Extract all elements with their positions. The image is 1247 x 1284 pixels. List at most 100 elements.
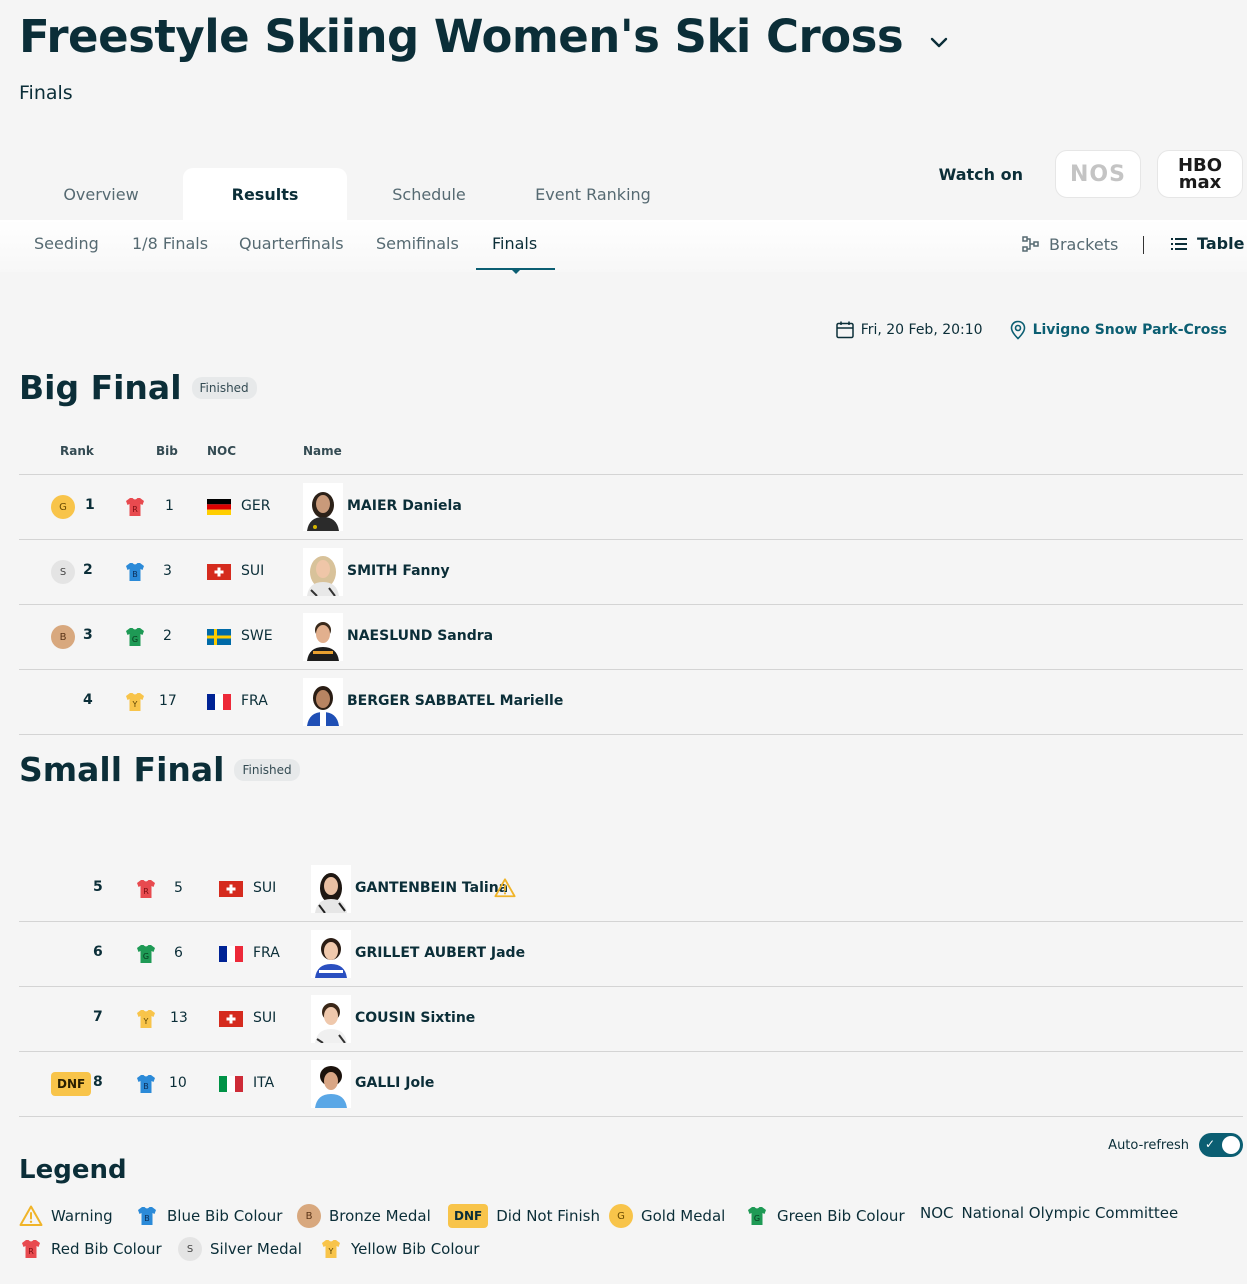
rank: 4 [83, 692, 93, 708]
athlete-name-link[interactable]: GRILLET AUBERT Jade [355, 945, 525, 961]
brackets-button[interactable]: Brackets [1021, 234, 1118, 254]
red-bib-icon: R [134, 877, 158, 901]
legend-item-warning: Warning [19, 1204, 113, 1228]
green-bib-icon: G [134, 942, 158, 966]
svg-text:G: G [132, 635, 138, 644]
athlete-name-link[interactable]: GALLI Jole [355, 1075, 434, 1091]
noc-abbreviation: NOC [920, 1204, 954, 1222]
status-badge: Finished [191, 376, 257, 399]
column-header-noc[interactable]: NOC [207, 444, 236, 458]
red-bib-icon: R [123, 495, 147, 519]
athlete-photo [311, 1060, 351, 1108]
svg-text:R: R [132, 505, 138, 514]
flag-fra [207, 694, 231, 710]
svg-text:R: R [28, 1247, 34, 1256]
nos-button[interactable]: NOS [1055, 150, 1141, 198]
table-row[interactable]: 4 Y 17 FRA BERGER SABBATEL Marielle [19, 670, 1243, 735]
subnav-semifinals[interactable]: Semifinals [376, 234, 459, 253]
athlete-name-link[interactable]: SMITH Fanny [347, 563, 450, 579]
legend-item-noc: NOC National Olympic Committee [920, 1204, 1178, 1222]
athlete-photo [311, 865, 351, 913]
athlete-name-link[interactable]: MAIER Daniela [347, 498, 462, 514]
table-row[interactable]: B 3 G 2 SWE NAESLUND Sandra [19, 605, 1243, 670]
athlete-name-link[interactable]: COUSIN Sixtine [355, 1010, 475, 1026]
table-row[interactable]: 7 Y 13 SUI COUSIN Sixtine [19, 987, 1243, 1052]
athlete-name-link[interactable]: NAESLUND Sandra [347, 628, 493, 644]
bib-number: 5 [174, 880, 183, 896]
column-header-name[interactable]: Name [303, 444, 342, 458]
legend-item-red-bib: R Red Bib Colour [19, 1237, 162, 1261]
nos-logo: NOS [1070, 161, 1126, 187]
flag-swe [207, 629, 231, 645]
flag-sui [207, 564, 231, 580]
main-tabs: Overview Results Schedule Event Ranking [19, 168, 675, 220]
tab-overview[interactable]: Overview [19, 168, 183, 220]
noc-code: SUI [241, 563, 265, 579]
table-row[interactable]: S 2 B 3 SUI SMITH Fanny [19, 540, 1243, 605]
tab-results[interactable]: Results [183, 168, 347, 220]
blue-bib-icon: B [134, 1072, 158, 1096]
legend-label: Did Not Finish [496, 1207, 600, 1225]
noc-code: SUI [253, 1010, 277, 1026]
legend-label: Green Bib Colour [777, 1207, 905, 1225]
svg-text:B: B [144, 1214, 150, 1223]
location-pin-icon [1010, 320, 1025, 340]
auto-refresh-toggle[interactable]: ✓ [1199, 1133, 1243, 1157]
subnav-eighth-finals[interactable]: 1/8 Finals [132, 234, 208, 253]
svg-text:G: G [143, 952, 149, 961]
subnav-seeding[interactable]: Seeding [34, 234, 99, 253]
event-venue-link[interactable]: Livigno Snow Park-Cross [1033, 322, 1227, 338]
table-row[interactable]: 5 R 5 SUI GANTENBEIN Talina [19, 857, 1243, 922]
legend-label: Gold Medal [641, 1207, 726, 1225]
yellow-bib-icon: Y [134, 1007, 158, 1031]
legend-label: National Olympic Committee [961, 1204, 1179, 1222]
table-row[interactable]: G 1 R 1 GER MAIER Daniela [19, 475, 1243, 540]
legend-item-green-bib: G Green Bib Colour [745, 1204, 905, 1228]
green-bib-icon: G [123, 625, 147, 649]
column-header-bib[interactable]: Bib [156, 444, 178, 458]
dnf-badge: DNF [51, 1072, 92, 1096]
watch-on-label: Watch on [938, 164, 1023, 184]
dnf-badge: DNF [448, 1204, 489, 1228]
svg-text:Y: Y [132, 700, 138, 709]
auto-refresh: Auto-refresh ✓ [1108, 1133, 1243, 1157]
athlete-photo [303, 678, 343, 726]
svg-text:R: R [143, 887, 149, 896]
subnav-finals[interactable]: Finals [492, 234, 537, 253]
athlete-name-link[interactable]: GANTENBEIN Talina [355, 880, 508, 896]
list-icon [1171, 237, 1187, 250]
toggle-knob [1222, 1136, 1240, 1154]
legend-label: Silver Medal [210, 1240, 302, 1258]
bib-number: 3 [163, 563, 172, 579]
big-final-title: Big Final [19, 368, 182, 407]
legend-label: Blue Bib Colour [167, 1207, 283, 1225]
athlete-name-link[interactable]: BERGER SABBATEL Marielle [347, 693, 563, 709]
bib-number: 6 [174, 945, 183, 961]
table-row[interactable]: DNF 8 B 10 ITA GALLI Jole [19, 1052, 1243, 1117]
svg-text:G: G [754, 1214, 760, 1223]
gold-medal-badge: G [51, 495, 75, 519]
hbo-max-button[interactable]: HBO max [1157, 150, 1243, 198]
tab-schedule[interactable]: Schedule [347, 168, 511, 220]
legend-item-yellow-bib: Y Yellow Bib Colour [319, 1237, 479, 1261]
table-row[interactable]: 6 G 6 FRA GRILLET AUBERT Jade [19, 922, 1243, 987]
table-button[interactable]: Table [1170, 234, 1244, 253]
brackets-icon [1022, 236, 1039, 252]
svg-text:B: B [143, 1082, 149, 1091]
athlete-photo [311, 930, 351, 978]
tab-event-ranking[interactable]: Event Ranking [511, 168, 675, 220]
flag-ita [219, 1076, 243, 1092]
green-bib-icon: G [745, 1204, 769, 1228]
column-header-rank[interactable]: Rank [60, 444, 94, 458]
blue-bib-icon: B [135, 1204, 159, 1228]
active-tab-notch [512, 270, 520, 274]
watch-on: Watch on NOS HBO max [939, 150, 1243, 198]
warning-icon[interactable] [494, 877, 516, 899]
legend-label: Red Bib Colour [51, 1240, 162, 1258]
subnav-quarterfinals[interactable]: Quarterfinals [239, 234, 344, 253]
chevron-down-icon[interactable] [927, 30, 951, 54]
noc-code: SUI [253, 880, 277, 896]
legend-item-gold-medal: G Gold Medal [609, 1204, 725, 1228]
noc-code: ITA [253, 1075, 275, 1091]
status-badge: Finished [234, 758, 300, 781]
